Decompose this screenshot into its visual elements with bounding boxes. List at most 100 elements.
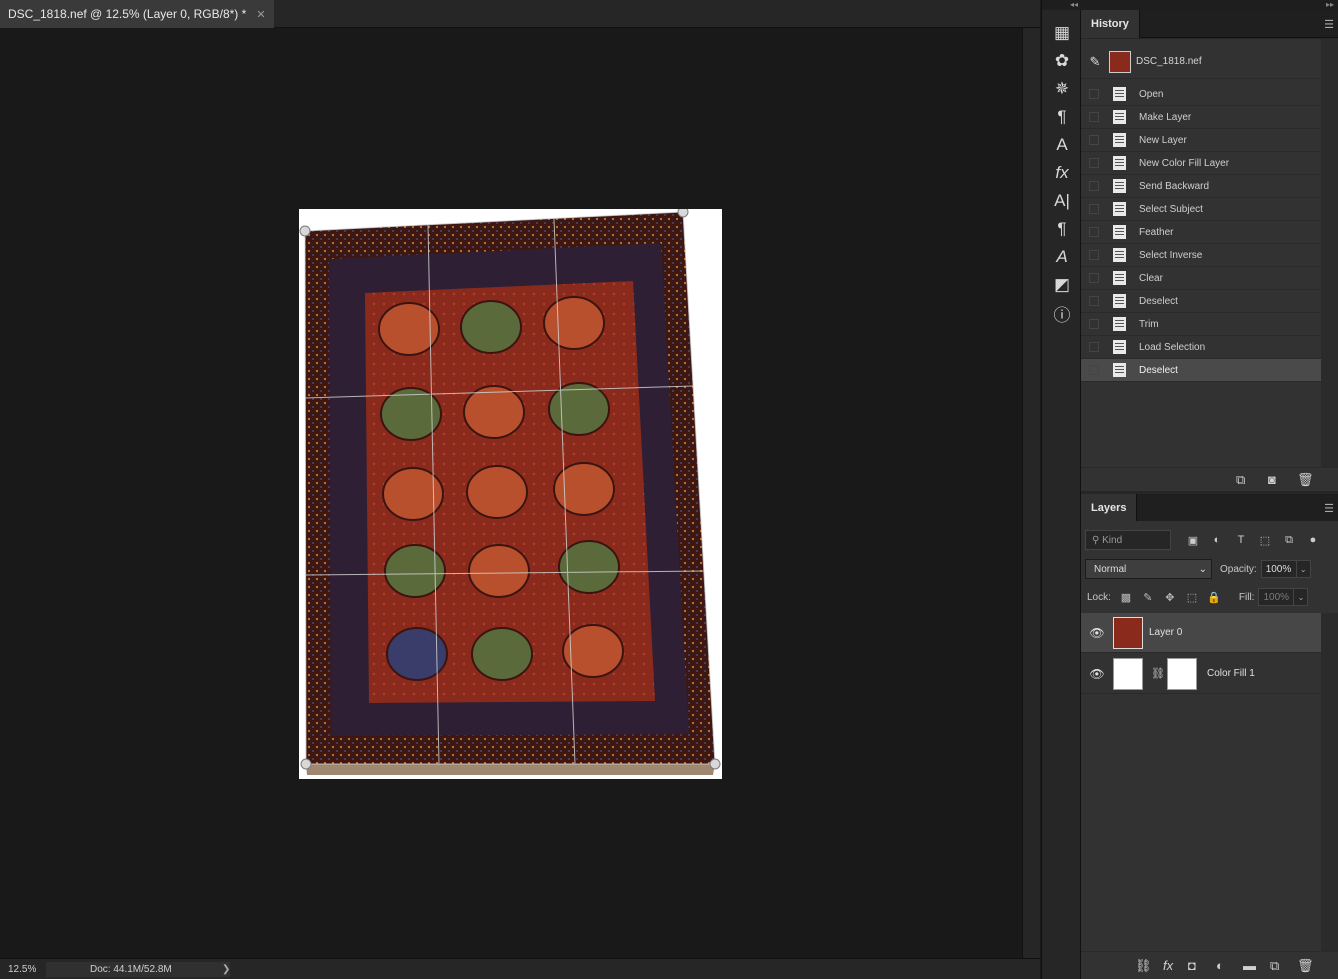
new-document-from-state-icon[interactable]: ⧉	[1236, 472, 1245, 488]
fx-icon[interactable]: fx	[1050, 161, 1074, 185]
collapse-iconbar-icon[interactable]: ◂◂	[1042, 0, 1082, 10]
history-item[interactable]: New Layer	[1081, 129, 1321, 152]
add-mask-icon[interactable]: ◘	[1188, 958, 1196, 973]
zoom-level[interactable]: 12.5%	[0, 964, 46, 975]
tab-history[interactable]: History	[1081, 10, 1140, 38]
info-icon[interactable]: ⓘ	[1050, 301, 1074, 325]
layer-row-color-fill-1[interactable]: 👁 ⛓ Color Fill 1	[1081, 654, 1321, 694]
history-source-checkbox[interactable]	[1089, 319, 1099, 329]
blend-mode-value: Normal	[1094, 563, 1127, 575]
history-state-icon	[1113, 110, 1126, 124]
history-source-checkbox[interactable]	[1089, 365, 1099, 375]
transform-handle-bottom-right[interactable]	[709, 758, 721, 770]
history-state-icon	[1113, 294, 1126, 308]
history-item[interactable]: Open	[1081, 83, 1321, 106]
fill-input[interactable]: 100%	[1258, 588, 1295, 606]
layer-name[interactable]: Color Fill 1	[1207, 668, 1255, 679]
3d-icon[interactable]: ◩	[1050, 273, 1074, 297]
fx-icon[interactable]: fx	[1163, 958, 1173, 973]
chevron-down-icon: ⌄	[1198, 563, 1207, 575]
rug-photo[interactable]	[299, 209, 722, 779]
blend-mode-select[interactable]: Normal ⌄	[1085, 559, 1212, 579]
lock-artboard-icon[interactable]: ⬚	[1181, 591, 1203, 604]
layer-row-layer-0[interactable]: 👁 Layer 0	[1081, 613, 1321, 653]
paragraph-icon[interactable]: ¶	[1050, 217, 1074, 241]
adjustment-layer-icon[interactable]: ◐	[1216, 958, 1224, 973]
transform-handle-top-left[interactable]	[299, 225, 311, 237]
visibility-eye-icon[interactable]: 👁	[1081, 626, 1113, 640]
collapse-panels-icon[interactable]: ▸▸	[1081, 0, 1338, 10]
type-filter-icon[interactable]: T	[1229, 534, 1253, 546]
history-brush-icon[interactable]: ✎	[1081, 54, 1109, 70]
lock-transparent-icon[interactable]: ▩	[1115, 591, 1137, 604]
link-layers-icon[interactable]: ⛓	[1135, 958, 1152, 974]
tab-layers[interactable]: Layers	[1081, 494, 1138, 522]
history-source-checkbox[interactable]	[1089, 204, 1099, 214]
history-snapshot[interactable]: ✎ DSC_1818.nef	[1081, 45, 1321, 79]
layers-scrollbar[interactable]	[1321, 613, 1338, 951]
history-item[interactable]: Load Selection	[1081, 336, 1321, 359]
new-layer-icon[interactable]: ⧉	[1270, 958, 1279, 974]
close-icon[interactable]: ✕	[256, 8, 265, 21]
document-tab[interactable]: DSC_1818.nef @ 12.5% (Layer 0, RGB/8*) *…	[0, 0, 274, 28]
history-item[interactable]: Select Subject	[1081, 198, 1321, 221]
history-item[interactable]: New Color Fill Layer	[1081, 152, 1321, 175]
transform-handle-bottom-left[interactable]	[300, 758, 312, 770]
history-source-checkbox[interactable]	[1089, 112, 1099, 122]
history-state-icon	[1113, 340, 1126, 354]
opacity-dropdown-icon[interactable]: ⌄	[1296, 560, 1311, 578]
image-filter-icon[interactable]: ▣	[1181, 534, 1205, 547]
history-item[interactable]: Send Backward	[1081, 175, 1321, 198]
history-item[interactable]: Deselect	[1081, 359, 1321, 382]
history-source-checkbox[interactable]	[1089, 296, 1099, 306]
character-paragraph-icon[interactable]: ¶	[1050, 105, 1074, 129]
layers-menu-icon[interactable]: ☰	[1324, 502, 1334, 515]
history-source-checkbox[interactable]	[1089, 342, 1099, 352]
opacity-input[interactable]: 100%	[1260, 560, 1297, 578]
compass-icon[interactable]: ✵	[1050, 77, 1074, 101]
history-source-checkbox[interactable]	[1089, 135, 1099, 145]
history-item[interactable]: Select Inverse	[1081, 244, 1321, 267]
lock-position-icon[interactable]: ✥	[1159, 591, 1181, 604]
lock-all-icon[interactable]: 🔒	[1203, 591, 1225, 604]
history-source-checkbox[interactable]	[1089, 181, 1099, 191]
history-source-checkbox[interactable]	[1089, 89, 1099, 99]
shape-filter-icon[interactable]: ⬚	[1253, 534, 1277, 547]
history-source-checkbox[interactable]	[1089, 250, 1099, 260]
layer-name[interactable]: Layer 0	[1149, 627, 1182, 638]
history-footer: ⧉ ◙ 🗑	[1081, 467, 1338, 491]
smart-object-filter-icon[interactable]: ⧉	[1277, 534, 1301, 547]
history-item[interactable]: Deselect	[1081, 290, 1321, 313]
visibility-eye-icon[interactable]: 👁	[1081, 667, 1113, 681]
history-source-checkbox[interactable]	[1089, 158, 1099, 168]
history-source-checkbox[interactable]	[1089, 227, 1099, 237]
canvas-vertical-scrollbar[interactable]	[1022, 28, 1040, 958]
history-item[interactable]: Trim	[1081, 313, 1321, 336]
filter-toggle-icon[interactable]: ●	[1301, 534, 1325, 546]
history-item[interactable]: Clear	[1081, 267, 1321, 290]
new-group-icon[interactable]: ▬	[1243, 958, 1256, 973]
history-item-label: New Layer	[1139, 134, 1187, 146]
grid-icon[interactable]: ▦	[1050, 21, 1074, 45]
text-icon[interactable]: A|	[1050, 189, 1074, 213]
history-source-checkbox[interactable]	[1089, 273, 1099, 283]
glyph-style-icon[interactable]: A	[1050, 133, 1074, 157]
palette-icon[interactable]: ✿	[1050, 49, 1074, 73]
history-scrollbar[interactable]	[1321, 39, 1338, 467]
history-item[interactable]: Make Layer	[1081, 106, 1321, 129]
kind-filter-select[interactable]: ⚲ Kind	[1085, 530, 1171, 550]
link-chain-icon[interactable]: ⛓	[1151, 667, 1165, 680]
history-panel-header: History ☰	[1081, 10, 1338, 38]
history-menu-icon[interactable]: ☰	[1324, 18, 1334, 31]
history-item[interactable]: Feather	[1081, 221, 1321, 244]
transform-handle-top-right[interactable]	[677, 209, 689, 218]
lock-image-icon[interactable]: ✎	[1137, 591, 1159, 604]
trash-icon[interactable]: 🗑	[1297, 472, 1314, 488]
fill-dropdown-icon[interactable]: ⌄	[1294, 588, 1309, 606]
status-menu-arrow-icon[interactable]: ❯	[222, 964, 230, 975]
trash-icon[interactable]: 🗑	[1297, 958, 1314, 974]
adjustment-filter-icon[interactable]: ◐	[1205, 534, 1229, 546]
camera-icon[interactable]: ◙	[1268, 472, 1276, 487]
layer-mask-thumbnail[interactable]	[1167, 657, 1197, 690]
glyphs-icon[interactable]: A	[1050, 245, 1074, 269]
